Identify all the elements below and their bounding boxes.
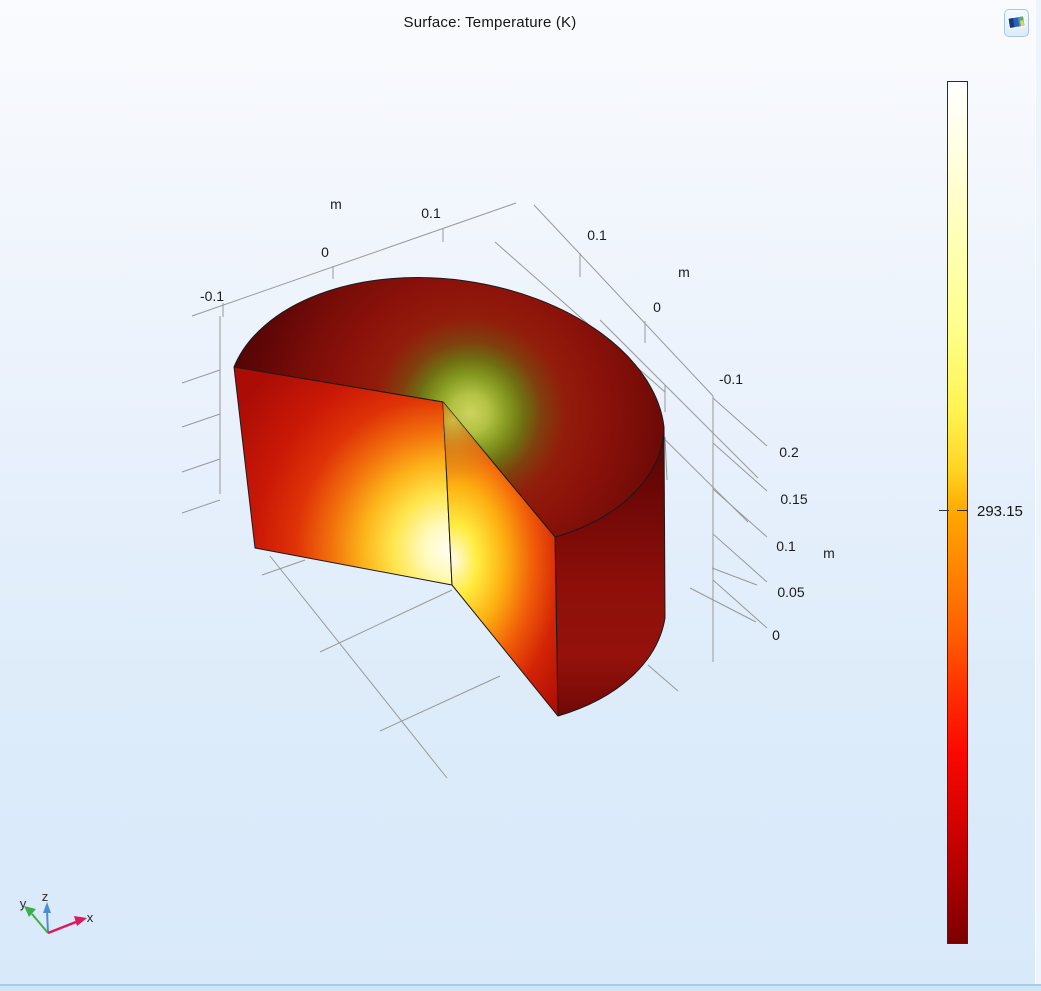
cut-face-left	[234, 367, 452, 585]
z-axis-tick	[713, 489, 767, 537]
colorbar-gradient	[947, 81, 968, 944]
y-axis-unit-label: m	[678, 264, 690, 280]
x-axis-unit-label: m	[330, 196, 342, 212]
z-axis-tick	[182, 459, 220, 472]
floor-grid-line	[690, 588, 756, 622]
z-axis-tick-label: 0	[772, 627, 780, 643]
floor-grid-line	[380, 676, 500, 731]
x-axis-tick-label: 0	[321, 244, 329, 260]
floor-grid-line	[270, 556, 447, 778]
triad-x-label: x	[87, 910, 94, 925]
triad-z-label: z	[42, 889, 49, 904]
triad-y-label: y	[20, 896, 27, 911]
z-axis-tick-label: 0.05	[777, 584, 804, 600]
colorbar-tick-label: 293.15	[977, 503, 1023, 520]
window-bottom-edge	[0, 984, 1041, 991]
z-axis-tick	[182, 414, 220, 427]
wall-grid-line	[665, 437, 667, 480]
colorbar-tick	[939, 510, 949, 511]
z-axis-tick-label: 0.15	[780, 491, 807, 507]
colorbar-tick	[957, 510, 967, 511]
z-axis-tick	[182, 500, 220, 513]
window-right-edge	[1035, 0, 1041, 986]
temperature-surface-solid	[234, 278, 665, 716]
graphics-window: Surface: Temperature (K)	[0, 0, 1041, 991]
floor-grid-line	[712, 568, 757, 585]
z-axis-tick	[713, 534, 767, 582]
z-axis-tick-label: 0.2	[779, 444, 799, 460]
y-axis-tick-label: 0	[653, 299, 661, 315]
x-axis-tick-label: 0.1	[421, 205, 441, 221]
z-axis-tick	[713, 443, 767, 491]
x-axis-arrow	[48, 916, 87, 933]
floor-grid-line	[648, 665, 678, 691]
y-axis-tick-label: -0.1	[719, 371, 743, 387]
z-axis-tick	[713, 398, 767, 446]
z-axis-tick	[182, 370, 220, 383]
plot-3d-viewport[interactable]: -0.1 0 0.1 m 0.1 0 -0.1 m 0.2 0.15 0.1 0…	[0, 0, 1041, 991]
x-axis-tick-label: -0.1	[200, 288, 224, 304]
floor-grid-line	[320, 590, 452, 652]
z-axis-unit-label: m	[823, 545, 835, 561]
z-axis-tick-label: 0.1	[776, 538, 796, 554]
orientation-triad: y z x	[8, 885, 118, 960]
y-axis-tick-label: 0.1	[587, 227, 607, 243]
